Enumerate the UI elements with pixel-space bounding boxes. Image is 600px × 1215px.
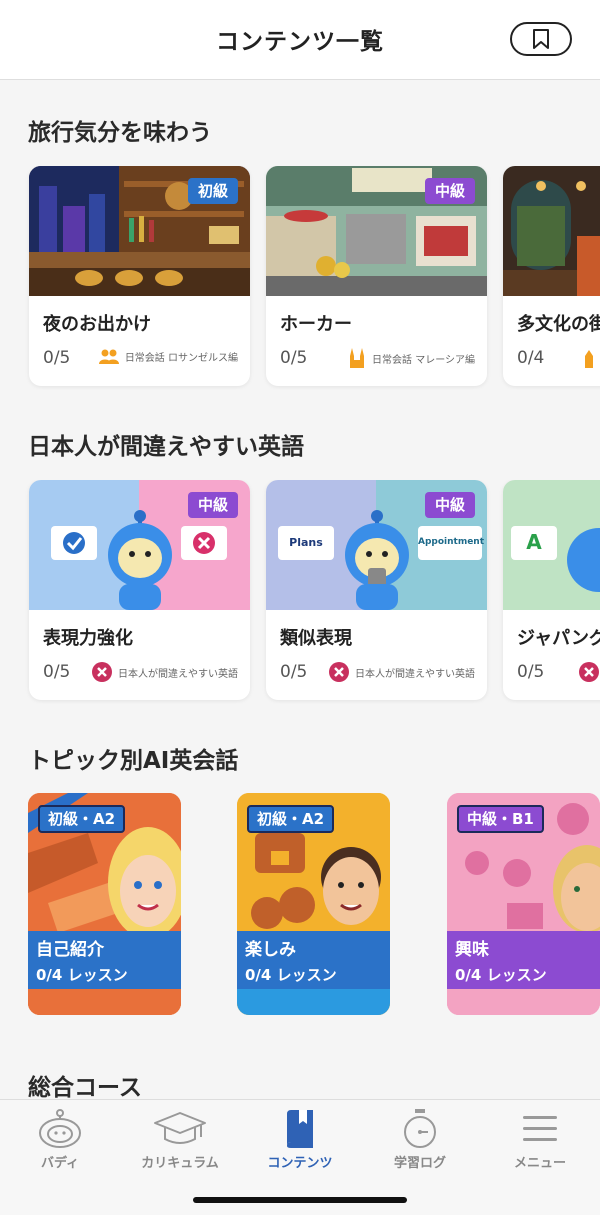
card-category: 日本人が間違えやすい英語 [355, 668, 475, 680]
topic-info: 楽しみ 0/4 レッスン [237, 931, 390, 989]
card-thumbnail [503, 166, 600, 296]
topic-card[interactable]: 中級・B1 興味 0/4 レッスン [447, 793, 600, 1015]
card-title: 夜のお出かけ [43, 314, 151, 335]
nav-curriculum[interactable]: カリキュラム [120, 1100, 240, 1180]
level-badge: 中級 [424, 178, 475, 204]
topic-card[interactable]: 初級・A2 楽しみ 0/4 レッスン [237, 793, 390, 1015]
x-circle-icon [579, 662, 599, 682]
tower-icon [585, 350, 593, 368]
topic-info: 自己紹介 0/4 レッスン [28, 931, 181, 989]
card-meta: 日本人が間違えやすい英語 [92, 662, 238, 682]
menu-icon [523, 1116, 557, 1141]
bookmark-button[interactable] [510, 22, 572, 56]
card-title: ジャパングリッシュ [517, 628, 600, 649]
nav-contents[interactable]: コンテンツ [240, 1100, 360, 1180]
card-category: 日本人が間違えやすい英語 [118, 668, 238, 680]
topic-level-badge: 初級・A2 [247, 805, 335, 833]
section-title-courses: 総合コース [28, 1075, 142, 1101]
topic-info: 興味 0/4 レッスン [447, 931, 600, 989]
card-category: 日常会話 マレーシア編 [372, 354, 475, 366]
nav-label: バディ [40, 1156, 80, 1171]
card-meta: 日常会話 ロサンゼルス編 [98, 348, 238, 364]
card-progress: 0/5 [43, 348, 71, 368]
section-title-mistakes: 日本人が間違えやすい英語 [28, 434, 304, 460]
topic-progress: 0/4 レッスン [36, 966, 128, 984]
card-title: 類似表現 [280, 628, 352, 649]
card-progress: 0/5 [280, 348, 308, 368]
x-circle-icon [329, 662, 349, 682]
buddy-icon [39, 1109, 81, 1148]
nav-label: コンテンツ [267, 1156, 333, 1171]
nav-study-log[interactable]: 学習ログ [360, 1100, 480, 1180]
nav-buddy[interactable]: バディ [0, 1100, 120, 1180]
topic-title: 楽しみ [245, 940, 296, 960]
topic-title: 興味 [455, 940, 489, 960]
card-title: ホーカー [280, 314, 352, 335]
app-header: コンテンツ一覧 [0, 0, 600, 80]
bookmark-icon [533, 29, 549, 49]
topic-level-badge: 初級・A2 [38, 805, 126, 833]
card-progress: 0/5 [517, 662, 545, 682]
card-title: 多文化の街 [517, 314, 600, 335]
content-card[interactable]: A ジャパングリッシュ 0/5 [503, 480, 600, 700]
x-circle-icon [92, 662, 112, 682]
card-progress: 0/4 [517, 348, 545, 368]
card-progress: 0/5 [280, 662, 308, 682]
card-thumbnail: A [503, 480, 600, 610]
card-meta: 日本人が間違えやすい英語 [329, 662, 475, 682]
card-meta: 日常会話 マレーシア編 [348, 348, 475, 368]
nav-label: メニュー [513, 1156, 566, 1171]
section-title-topics: トピック別AI英会話 [28, 748, 239, 774]
section-title-travel: 旅行気分を味わう [28, 120, 212, 146]
level-badge: 初級 [187, 178, 238, 204]
card-title: 表現力強化 [43, 628, 133, 649]
topic-card[interactable]: 初級・A2 自己紹介 0/4 レッスン [28, 793, 181, 1015]
graduation-cap-icon [154, 1112, 206, 1144]
content-card[interactable]: 初級 夜のお出かけ 0/5 日常会話 ロサンゼルス編 [29, 166, 250, 386]
topic-level-badge: 中級・B1 [457, 805, 544, 833]
level-badge: 中級 [187, 492, 238, 518]
bubble-letter: A [526, 530, 542, 554]
bubble-plans: Plans [289, 536, 323, 549]
nav-menu[interactable]: メニュー [480, 1100, 600, 1180]
travel-card-row: 初級 夜のお出かけ 0/5 日常会話 ロサンゼルス編 中級 ホーカー 0/5 日… [0, 166, 600, 390]
card-progress: 0/5 [43, 662, 71, 682]
level-badge: 中級 [424, 492, 475, 518]
mistakes-card-row: 中級 表現力強化 0/5 日本人が間違えやすい英語 Plans Appointm… [0, 480, 600, 704]
content-card[interactable]: 中級 ホーカー 0/5 日常会話 マレーシア編 [266, 166, 487, 386]
content-card[interactable]: 多文化の街 0/4 [503, 166, 600, 386]
nav-label: カリキュラム [141, 1156, 219, 1171]
temple-icon [350, 348, 365, 368]
book-icon [287, 1110, 313, 1148]
topic-title: 自己紹介 [36, 940, 104, 960]
bubble-appointment: Appointment [418, 537, 485, 547]
people-icon [98, 349, 119, 364]
topics-card-row: 初級・A2 自己紹介 0/4 レッスン 初級・A2 楽しみ 0/4 レッスン 中… [0, 793, 600, 1019]
content-card[interactable]: Plans Appointment 中級 類似表現 0/5 日本人が間違えやすい… [266, 480, 487, 700]
stopwatch-icon [404, 1109, 436, 1148]
content-card[interactable]: 中級 表現力強化 0/5 日本人が間違えやすい英語 [29, 480, 250, 700]
card-category: 日常会話 ロサンゼルス編 [124, 352, 238, 364]
home-indicator [193, 1197, 407, 1203]
nav-label: 学習ログ [393, 1156, 446, 1171]
topic-progress: 0/4 レッスン [245, 966, 337, 984]
topic-progress: 0/4 レッスン [455, 966, 547, 984]
